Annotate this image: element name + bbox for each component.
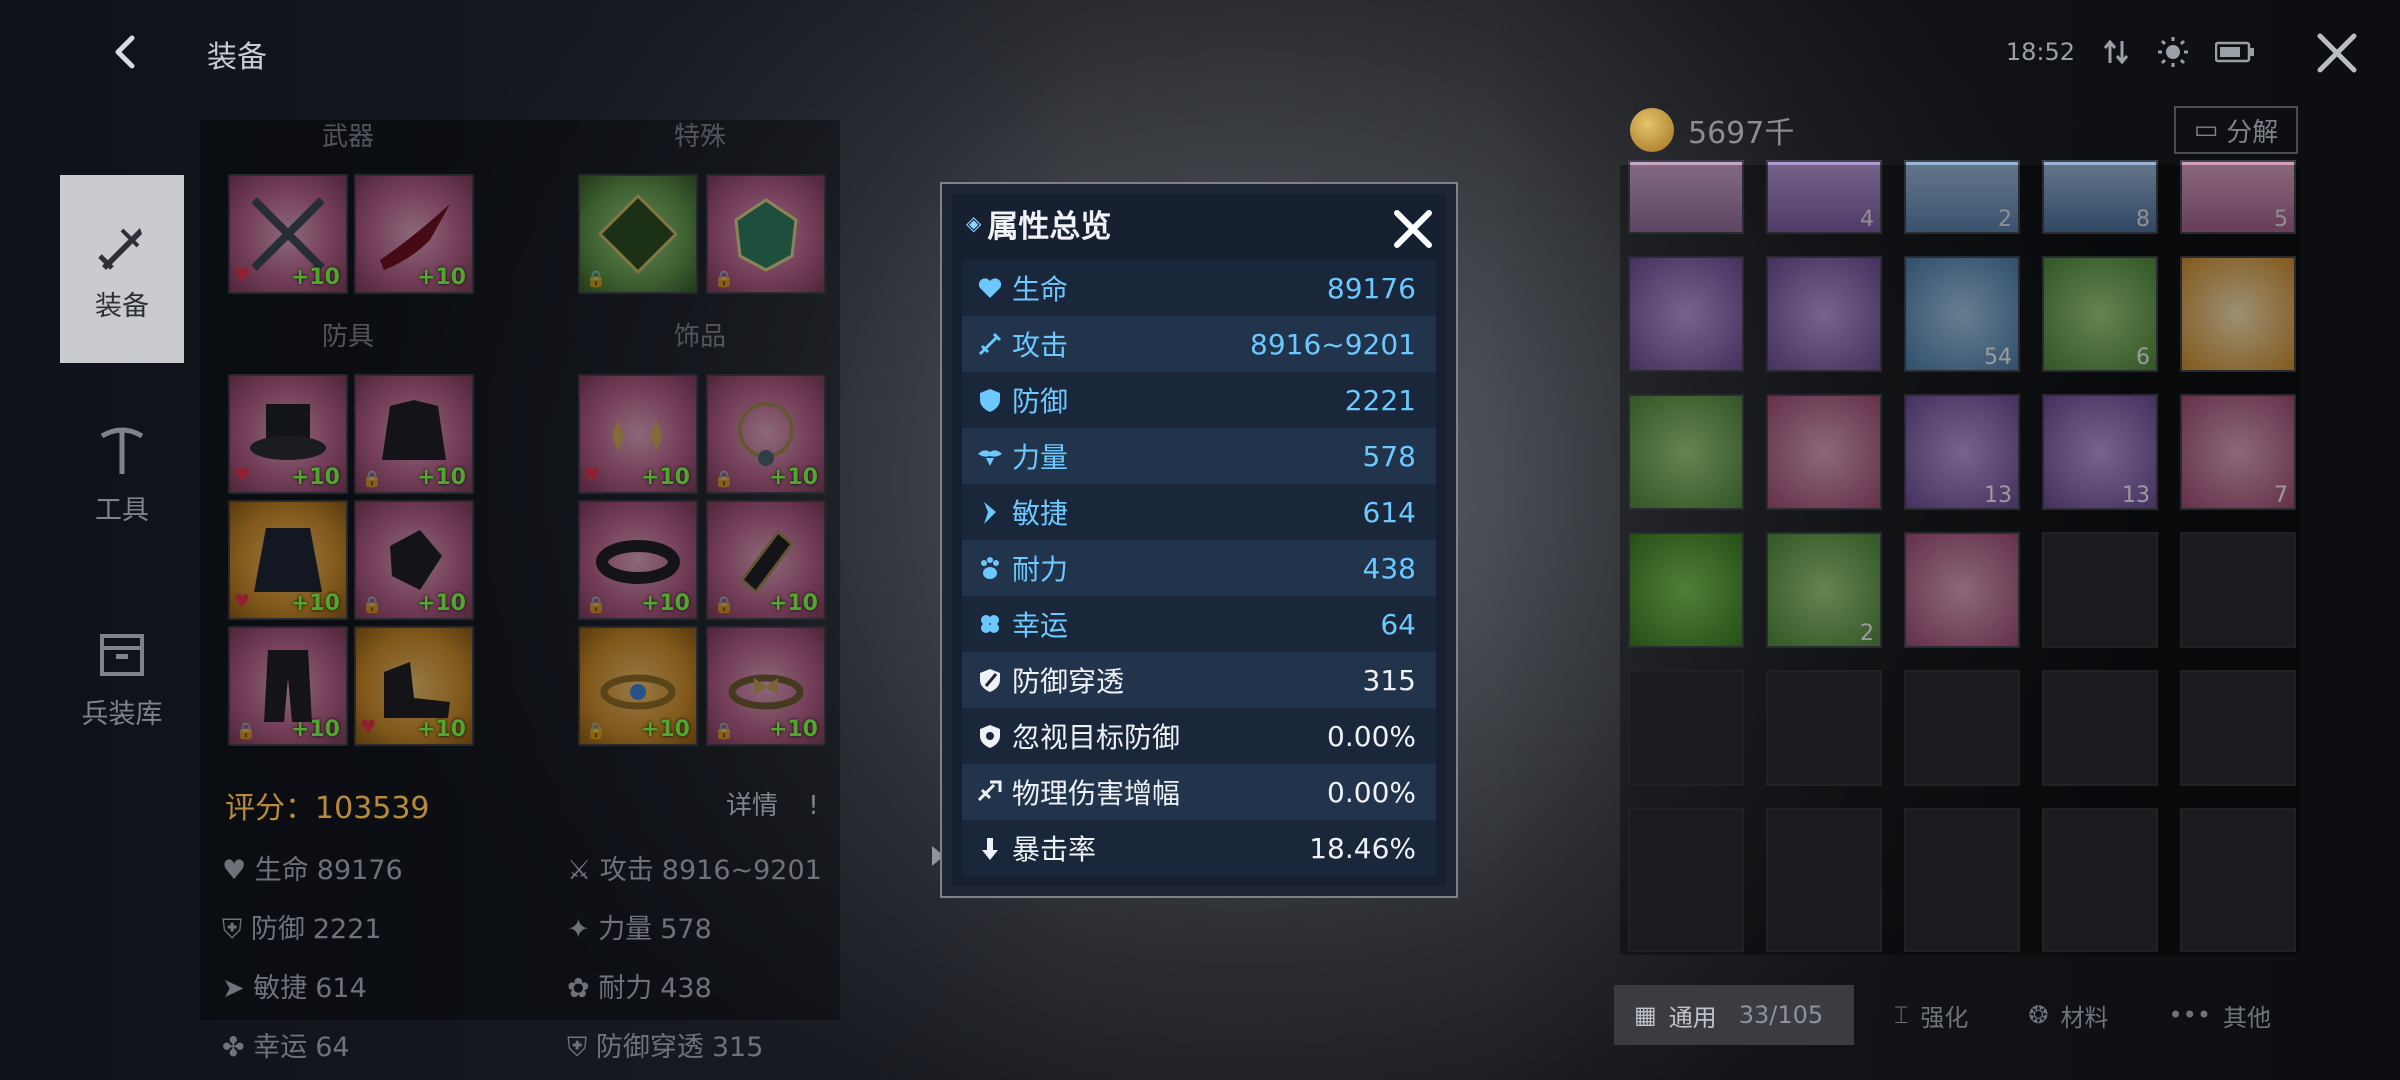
tab-enhance[interactable]: ⌶ 强化 <box>1874 985 1988 1045</box>
boot-icon <box>984 502 996 524</box>
grid-icon: ▦ <box>1634 1001 1657 1029</box>
dismantle-icon: ▭ <box>2193 115 2219 145</box>
nav-label: 工具 <box>95 494 149 526</box>
battery-icon <box>2215 41 2254 63</box>
nav-label: 兵装库 <box>81 698 163 730</box>
nav-armory[interactable]: 兵装库 <box>60 583 184 771</box>
boot-icon: ➤ <box>222 973 254 1004</box>
close-icon[interactable] <box>1390 206 1436 252</box>
pickaxe-icon <box>100 427 144 474</box>
score-label: 评分： <box>225 791 315 826</box>
attack-icon <box>978 332 1002 356</box>
dismantle-button[interactable]: ▭ 分解 <box>2174 106 2298 154</box>
pierce-shield-icon <box>980 669 1000 692</box>
stat-defense: ⛨ 防御 2221 <box>222 914 382 945</box>
status-bar: 18:52 <box>2006 36 2255 68</box>
currency-amount: 5697千 <box>1688 116 1795 151</box>
nav-equipment[interactable]: 装备 <box>60 175 184 363</box>
nav-label: 装备 <box>95 290 149 322</box>
attr-row-hp: 生命 89176 <box>962 260 1436 316</box>
attr-row-stamina: 耐力 438 <box>962 540 1436 596</box>
summary-stats: ♥ 生命 89176 ⚔ 攻击 8916~9201 ⛨ 防御 2221 ✦ 力量 578… <box>222 848 822 1064</box>
inventory-tabs: ▦ 通用 33/105 ⌶ 强化 ❂ 材料 ••• 其他 <box>1614 985 2291 1045</box>
back-arrow-icon[interactable] <box>104 30 148 74</box>
detail-label: 详情 <box>726 791 779 821</box>
sword-icon <box>98 227 142 270</box>
stat-attack: ⚔ 攻击 8916~9201 <box>567 855 822 886</box>
attribute-overview-modal: ◈ 属性总览 生命 89176 攻击 8916~9201 防御 2221 力量 … <box>940 182 1458 898</box>
close-icon[interactable] <box>2314 30 2360 76</box>
overlay-dim-right <box>1620 165 2300 955</box>
inventory-count: 33/105 <box>1738 1001 1824 1029</box>
attr-row-attack: 攻击 8916~9201 <box>962 316 1436 372</box>
stat-strength: ✦ 力量 578 <box>567 914 712 945</box>
alert-icon: ! <box>808 791 819 821</box>
detail-button[interactable]: 详情 ! <box>726 785 819 822</box>
stat-stamina: ✿ 耐力 438 <box>567 973 712 1004</box>
clover-icon <box>981 615 999 633</box>
dismantle-label: 分解 <box>2226 117 2279 148</box>
materials-icon: ❂ <box>2028 1001 2049 1029</box>
modal-header: ◈ 属性总览 <box>952 194 1446 252</box>
attr-row-damage-boost: 物理伤害增幅 0.00% <box>962 764 1436 820</box>
muscle-icon <box>978 450 1002 466</box>
tab-other[interactable]: ••• 其他 <box>2149 985 2291 1045</box>
score: 评分：103539 <box>225 783 430 827</box>
tab-general[interactable]: ▦ 通用 33/105 <box>1614 985 1854 1045</box>
score-value: 103539 <box>315 791 430 826</box>
heart-icon: ♥ <box>222 855 255 886</box>
tab-materials[interactable]: ❂ 材料 <box>2008 985 2128 1045</box>
modal-title: 属性总览 <box>987 208 1112 245</box>
diamond-icon: ◈ <box>966 211 982 235</box>
attr-row-strength: 力量 578 <box>962 428 1436 484</box>
paw-icon <box>981 557 999 579</box>
storage-box-icon <box>100 633 144 676</box>
attr-row-luck: 幸运 64 <box>962 596 1436 652</box>
paw-icon: ✿ <box>567 973 599 1004</box>
attr-row-ignore-defense: 忽视目标防御 0.00% <box>962 708 1436 764</box>
brightness-icon[interactable] <box>2157 36 2189 68</box>
side-nav: 装备 工具 兵装库 <box>60 175 184 771</box>
page-title: 装备 <box>207 40 267 75</box>
muscle-icon: ✦ <box>567 914 599 945</box>
anvil-icon: ⌶ <box>1894 1001 1909 1029</box>
nav-tools[interactable]: 工具 <box>60 363 184 583</box>
attr-row-crit: 暴击率 18.46% <box>962 820 1436 876</box>
pierce-shield-icon: ⛨ <box>567 1032 596 1063</box>
attack-icon: ⚔ <box>567 855 600 886</box>
modal-body: ◈ 属性总览 生命 89176 攻击 8916~9201 防御 2221 力量 … <box>952 194 1446 886</box>
clock: 18:52 <box>2005 38 2075 66</box>
clover-icon: ✤ <box>222 1032 254 1063</box>
stat-agility: ➤ 敏捷 614 <box>222 973 367 1004</box>
attr-row-agility: 敏捷 614 <box>962 484 1436 540</box>
stat-penetration: ⛨ 防御穿透 315 <box>567 1032 764 1063</box>
shield-icon <box>980 389 1000 412</box>
more-icon: ••• <box>2168 1001 2211 1029</box>
attribute-list[interactable]: 生命 89176 攻击 8916~9201 防御 2221 力量 578 敏捷 <box>962 260 1436 876</box>
crit-icon <box>982 838 998 860</box>
ignore-shield-icon <box>980 725 1000 748</box>
data-transfer-icon <box>2103 39 2129 65</box>
coin-icon <box>1630 108 1674 152</box>
stat-luck: ✤ 幸运 64 <box>222 1032 350 1063</box>
attr-row-defense: 防御 2221 <box>962 372 1436 428</box>
attr-row-penetration: 防御穿透 315 <box>962 652 1436 708</box>
shield-icon: ⛨ <box>222 914 251 945</box>
heart-icon <box>978 278 1002 298</box>
stat-hp: ♥ 生命 89176 <box>222 855 403 886</box>
damage-boost-icon <box>977 780 1002 802</box>
currency: 5697千 <box>1630 108 1794 152</box>
